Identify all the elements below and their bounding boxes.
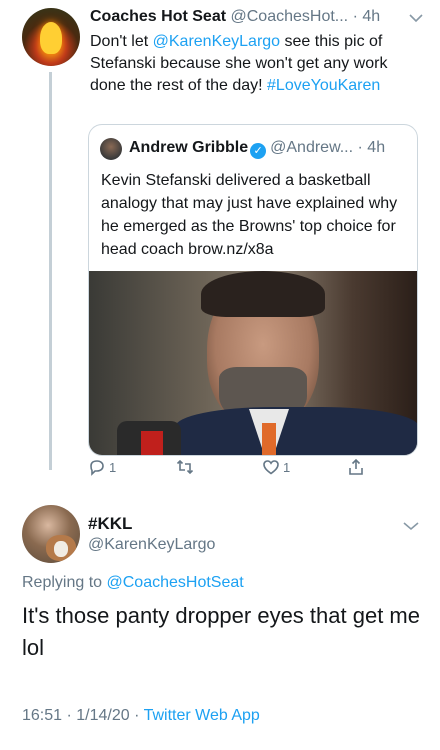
verified-badge-icon: ✓ xyxy=(250,143,267,159)
share-button[interactable] xyxy=(347,458,365,476)
like-icon xyxy=(263,460,279,475)
quote-author-name[interactable]: Andrew Gribble xyxy=(129,139,248,156)
tweet2-handle[interactable]: @KarenKeyLargo xyxy=(88,536,215,554)
reply-button[interactable]: 1 xyxy=(88,458,116,476)
fire-icon xyxy=(40,22,62,54)
tweet2-text: It's those panty dropper eyes that get m… xyxy=(22,603,420,660)
avatar-coaches-hot-seat[interactable] xyxy=(22,8,80,66)
quote-header: Andrew Gribble ✓ @Andrew... · 4h xyxy=(129,139,385,159)
photo-tie xyxy=(262,423,276,455)
dog-face xyxy=(54,541,68,557)
avatar-andrew-gribble[interactable] xyxy=(100,138,122,160)
quoted-tweet-card[interactable]: Andrew Gribble ✓ @Andrew... · 4h Kevin Ste… xyxy=(88,124,418,456)
quote-meta: @Andrew... · 4h xyxy=(270,139,386,156)
avatar-karen-key-largo[interactable] xyxy=(22,505,80,563)
thread-line xyxy=(49,72,52,470)
tweet1-text-start: Don't let xyxy=(90,33,153,50)
tweet1-meta: @CoachesHot... · 4h xyxy=(226,8,381,25)
replying-to-line: Replying to @CoachesHotSeat xyxy=(22,574,244,592)
tweet2-timestamp[interactable]: 16:51 · 1/14/20 · xyxy=(22,707,144,724)
share-icon xyxy=(349,458,363,475)
replying-to-label: Replying to xyxy=(22,574,107,591)
tweet1-author-name[interactable]: Coaches Hot Seat xyxy=(90,8,226,25)
replying-to-link[interactable]: @CoachesHotSeat xyxy=(107,574,244,591)
tweet1-text: Don't let @KarenKeyLargo see this pic of… xyxy=(90,31,425,97)
like-count: 1 xyxy=(283,459,291,475)
mention-link[interactable]: @KarenKeyLargo xyxy=(153,33,280,50)
reply-count: 1 xyxy=(109,459,117,475)
photo-hair xyxy=(201,271,325,317)
tweet2-source-app[interactable]: Twitter Web App xyxy=(144,707,260,724)
retweet-button[interactable] xyxy=(176,458,197,476)
tweet2-meta: 16:51 · 1/14/20 · Twitter Web App xyxy=(22,707,260,725)
retweet-icon xyxy=(176,459,194,475)
hashtag-link[interactable]: #LoveYouKaren xyxy=(267,77,380,94)
chevron-down-icon[interactable] xyxy=(409,10,423,26)
photo-suit xyxy=(175,407,417,455)
like-button[interactable]: 1 xyxy=(262,458,290,476)
quote-text: Kevin Stefanski delivered a basketball a… xyxy=(101,172,398,258)
quote-photo[interactable] xyxy=(89,271,417,455)
tweet2-author-name[interactable]: #KKL xyxy=(88,514,132,534)
photo-microphone-logo xyxy=(141,431,163,455)
tweet1-header: Coaches Hot Seat @CoachesHot... · 4h xyxy=(90,8,380,26)
chevron-down-icon[interactable] xyxy=(403,518,419,534)
reply-icon xyxy=(90,460,104,476)
